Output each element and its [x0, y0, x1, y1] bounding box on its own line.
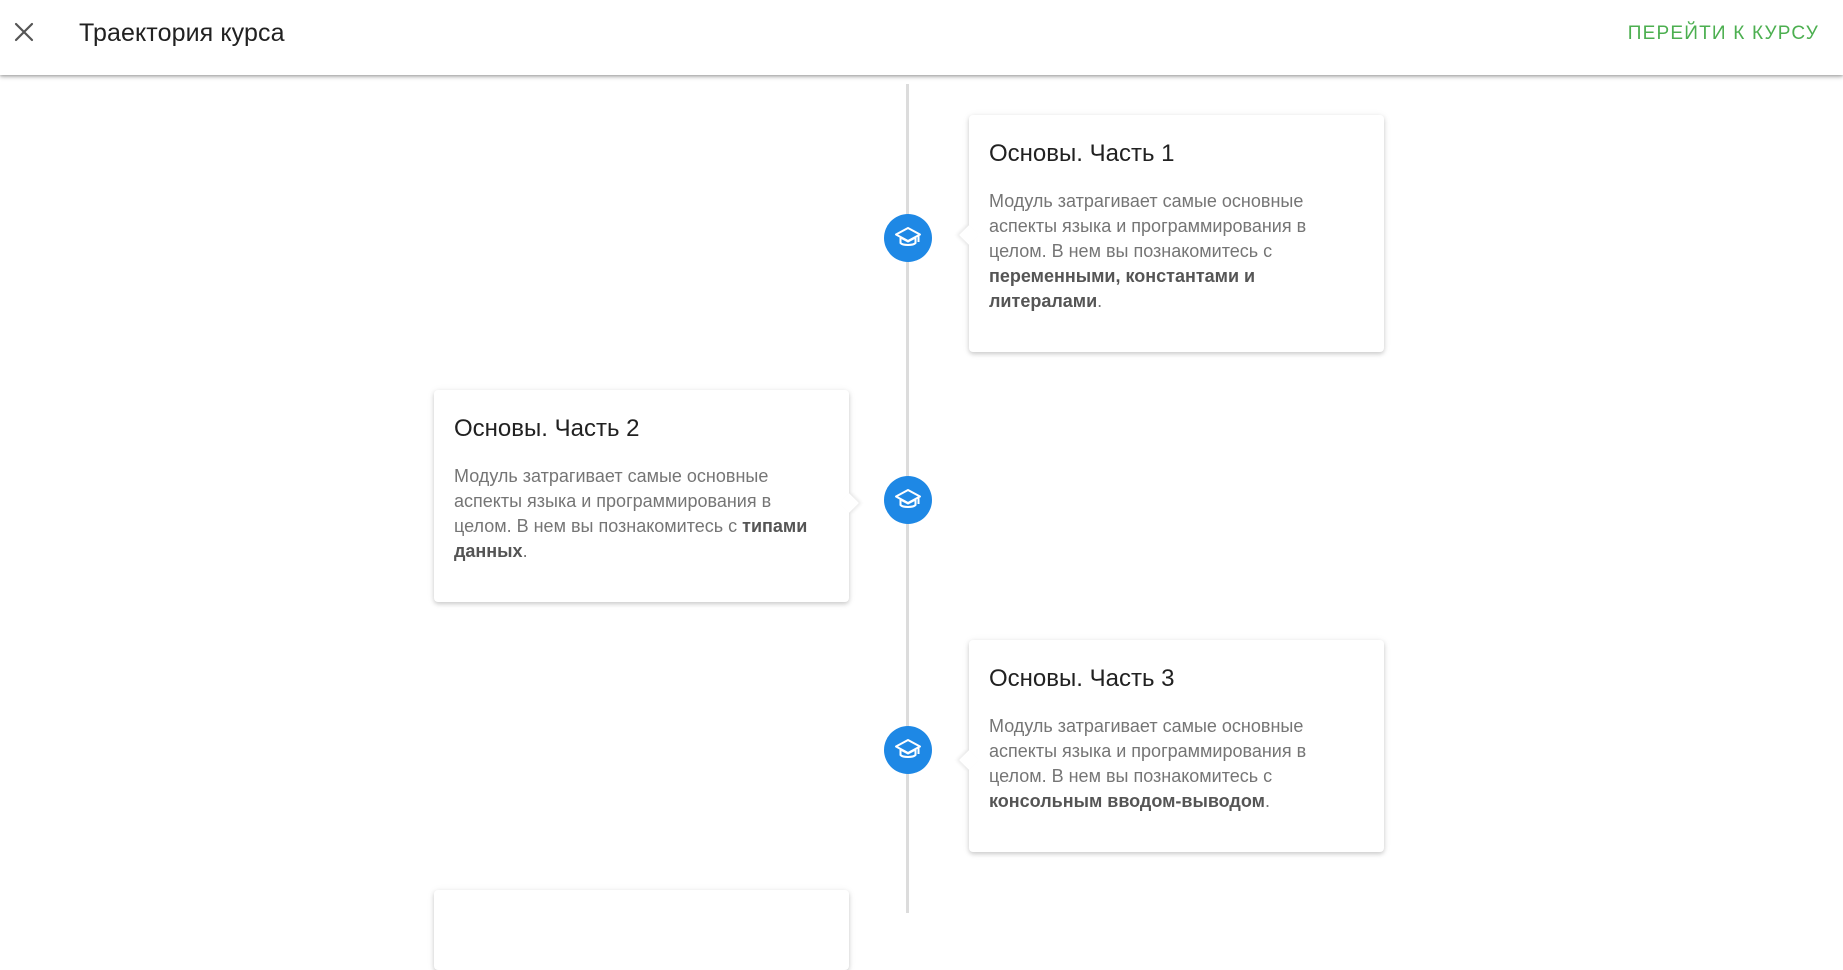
graduation-cap-icon	[894, 486, 922, 514]
module-description: Модуль затрагивает самые основные аспект…	[989, 716, 1307, 811]
card-pointer	[959, 225, 979, 245]
module-card-2[interactable]: Основы. Часть 2 Модуль затрагивает самые…	[434, 390, 859, 602]
module-title: Основы. Часть 2	[454, 415, 640, 442]
card-pointer	[959, 750, 979, 770]
module-description: Модуль затрагивает самые основные аспект…	[989, 191, 1307, 311]
page-title: Траектория курса	[79, 19, 285, 47]
module-card-1[interactable]: Основы. Часть 1 Модуль затрагивает самые…	[959, 115, 1384, 352]
module-node-1	[884, 214, 932, 262]
module-node-3	[884, 726, 932, 774]
graduation-cap-icon	[894, 224, 922, 252]
module-topic: переменными, константами и литералами	[989, 266, 1256, 311]
close-icon	[8, 16, 40, 48]
module-description: Модуль затрагивает самые основные аспект…	[454, 466, 808, 561]
close-button[interactable]	[8, 16, 40, 48]
module-card-4-partial[interactable]	[434, 890, 849, 970]
module-node-2	[884, 476, 932, 524]
module-title: Основы. Часть 1	[989, 140, 1175, 167]
card-pointer	[839, 493, 859, 513]
go-to-course-button[interactable]: ПЕРЕЙТИ К КУРСУ	[1628, 21, 1819, 47]
module-topic: консольным вводом-выводом	[989, 791, 1265, 811]
module-title: Основы. Часть 3	[989, 665, 1175, 692]
app-bar: Траектория курса ПЕРЕЙТИ К КУРСУ	[0, 0, 1843, 75]
module-card-3[interactable]: Основы. Часть 3 Модуль затрагивает самые…	[959, 640, 1384, 852]
graduation-cap-icon	[894, 736, 922, 764]
